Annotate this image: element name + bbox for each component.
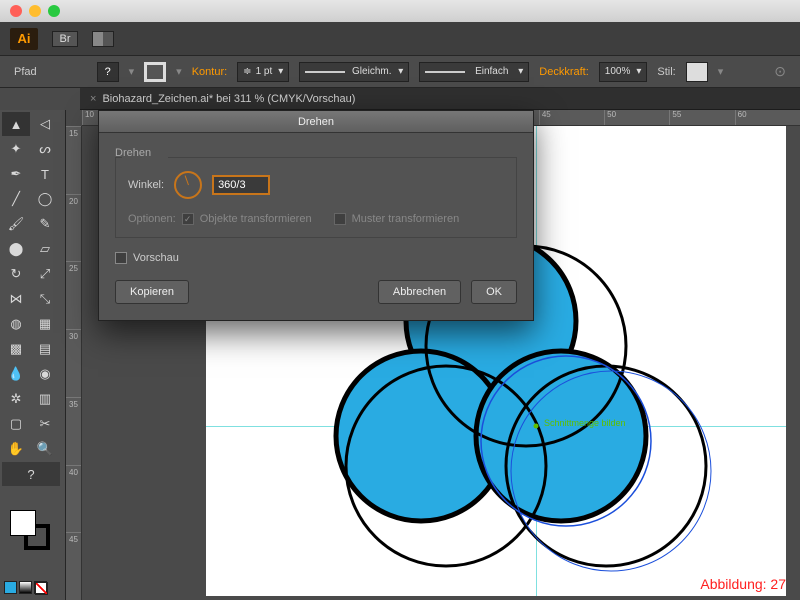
dialog-title: Drehen (99, 111, 533, 133)
app-logo: Ai (10, 28, 38, 50)
free-transform-tool-icon[interactable]: ⤡ (31, 287, 59, 311)
style-dropdown-icon[interactable]: ▾ (718, 65, 724, 78)
gradient-swatch[interactable] (19, 581, 32, 594)
control-bar: Pfad ? ▾ ▾ Kontur: ≑1 pt▾ Gleichm.▾ Einf… (0, 56, 800, 88)
artboard-tool-icon[interactable]: ▢ (2, 412, 30, 436)
symbol-sprayer-tool-icon[interactable]: ✲ (2, 387, 30, 411)
eyedropper-tool-icon[interactable]: 💧 (2, 362, 30, 386)
rotate-dialog: Drehen Drehen Winkel: Optionen: ✓ Objekt… (98, 110, 534, 321)
pencil-tool-icon[interactable]: ✎ (31, 212, 59, 236)
ellipse-tool-icon[interactable]: ◯ (31, 187, 59, 211)
window-titlebar (0, 0, 800, 22)
paintbrush-tool-icon[interactable]: 🖌 (2, 212, 30, 236)
unknown-tool[interactable]: ? (2, 462, 60, 486)
perspective-tool-icon[interactable]: ▦ (31, 312, 59, 336)
zoom-tool-icon[interactable]: 🔍 (31, 437, 59, 461)
arrange-docs-button[interactable] (92, 31, 114, 47)
color-swatch[interactable] (4, 581, 17, 594)
slice-tool-icon[interactable]: ✂ (31, 412, 59, 436)
stroke-swatch[interactable] (144, 62, 166, 82)
fill-stroke-control[interactable] (10, 510, 50, 550)
opacity-label: Deckkraft: (539, 66, 589, 78)
width-tool-icon[interactable]: ⋈ (2, 287, 30, 311)
transform-objects-label: Objekte transformieren (200, 213, 312, 225)
preview-checkbox[interactable] (115, 252, 127, 264)
color-mode-swatches (4, 581, 47, 594)
cancel-button[interactable]: Abbrechen (378, 280, 461, 304)
zoom-icon[interactable] (48, 5, 60, 17)
document-tab[interactable]: × Biohazard_Zeichen.ai* bei 311 % (CMYK/… (80, 88, 800, 110)
close-icon[interactable] (10, 5, 22, 17)
fill-swatch[interactable]: ? (97, 62, 119, 82)
angle-dial[interactable] (174, 171, 202, 199)
rotate-tool-icon[interactable]: ↻ (2, 262, 30, 286)
scale-tool-icon[interactable]: ⤢ (31, 262, 59, 286)
transform-patterns-checkbox (334, 213, 346, 225)
stroke-label: Kontur: (192, 66, 227, 78)
copy-button[interactable]: Kopieren (115, 280, 189, 304)
graphic-style-swatch[interactable] (686, 62, 708, 82)
ok-button[interactable]: OK (471, 280, 517, 304)
stroke-weight-select[interactable]: ≑1 pt▾ (237, 62, 289, 82)
angle-input[interactable] (212, 175, 270, 195)
lasso-tool-icon[interactable]: ᔕ (31, 137, 59, 161)
type-tool-icon[interactable]: T (31, 162, 59, 186)
swatch-dropdown-icon[interactable]: ▾ (176, 65, 182, 78)
preview-label: Vorschau (133, 252, 179, 264)
stroke-profile-select[interactable]: Gleichm.▾ (299, 62, 409, 82)
direct-selection-tool-icon[interactable]: ◁ (31, 112, 59, 136)
style-label: Stil: (657, 66, 675, 78)
hand-tool-icon[interactable]: ✋ (2, 437, 30, 461)
selection-tool-icon[interactable]: ▲ (2, 112, 30, 136)
swatch-dropdown-icon[interactable]: ▾ (129, 65, 135, 78)
gradient-tool-icon[interactable]: ▤ (31, 337, 59, 361)
selection-type-label: Pfad (14, 66, 37, 78)
document-tab-label: Biohazard_Zeichen.ai* bei 311 % (CMYK/Vo… (102, 93, 355, 105)
bridge-button[interactable]: Br (52, 31, 78, 47)
ruler-vertical: 15202530354045 (66, 126, 82, 600)
transform-objects-checkbox: ✓ (182, 213, 194, 225)
transform-patterns-label: Muster transformieren (352, 213, 460, 225)
minimize-icon[interactable] (29, 5, 41, 17)
column-graph-tool-icon[interactable]: ▥ (31, 387, 59, 411)
brush-select[interactable]: Einfach▾ (419, 62, 529, 82)
angle-label: Winkel: (128, 179, 164, 191)
smart-guide-hint: Schnittmenge bilden (544, 418, 626, 428)
eraser-tool-icon[interactable]: ▱ (31, 237, 59, 261)
figure-caption: Abbildung: 27 (700, 576, 786, 592)
tools-panel: ▲ ◁ ✦ ᔕ ✒ T ╱ ◯ 🖌 ✎ ⬤ ▱ ↻ ⤢ ⋈ ⤡ ◍ ▦ ▩ ▤ … (0, 110, 66, 600)
mesh-tool-icon[interactable]: ▩ (2, 337, 30, 361)
line-tool-icon[interactable]: ╱ (2, 187, 30, 211)
pen-tool-icon[interactable]: ✒ (2, 162, 30, 186)
shape-builder-tool-icon[interactable]: ◍ (2, 312, 30, 336)
blob-brush-tool-icon[interactable]: ⬤ (2, 237, 30, 261)
opacity-select[interactable]: 100%▾ (599, 62, 648, 82)
blend-tool-icon[interactable]: ◉ (31, 362, 59, 386)
magic-wand-tool-icon[interactable]: ✦ (2, 137, 30, 161)
options-label: Optionen: (128, 213, 176, 225)
fill-color-icon[interactable] (10, 510, 36, 536)
none-swatch[interactable] (34, 581, 47, 594)
panel-toggle-icon[interactable]: ⊙ (774, 63, 786, 80)
app-menubar: Ai Br (0, 22, 800, 56)
